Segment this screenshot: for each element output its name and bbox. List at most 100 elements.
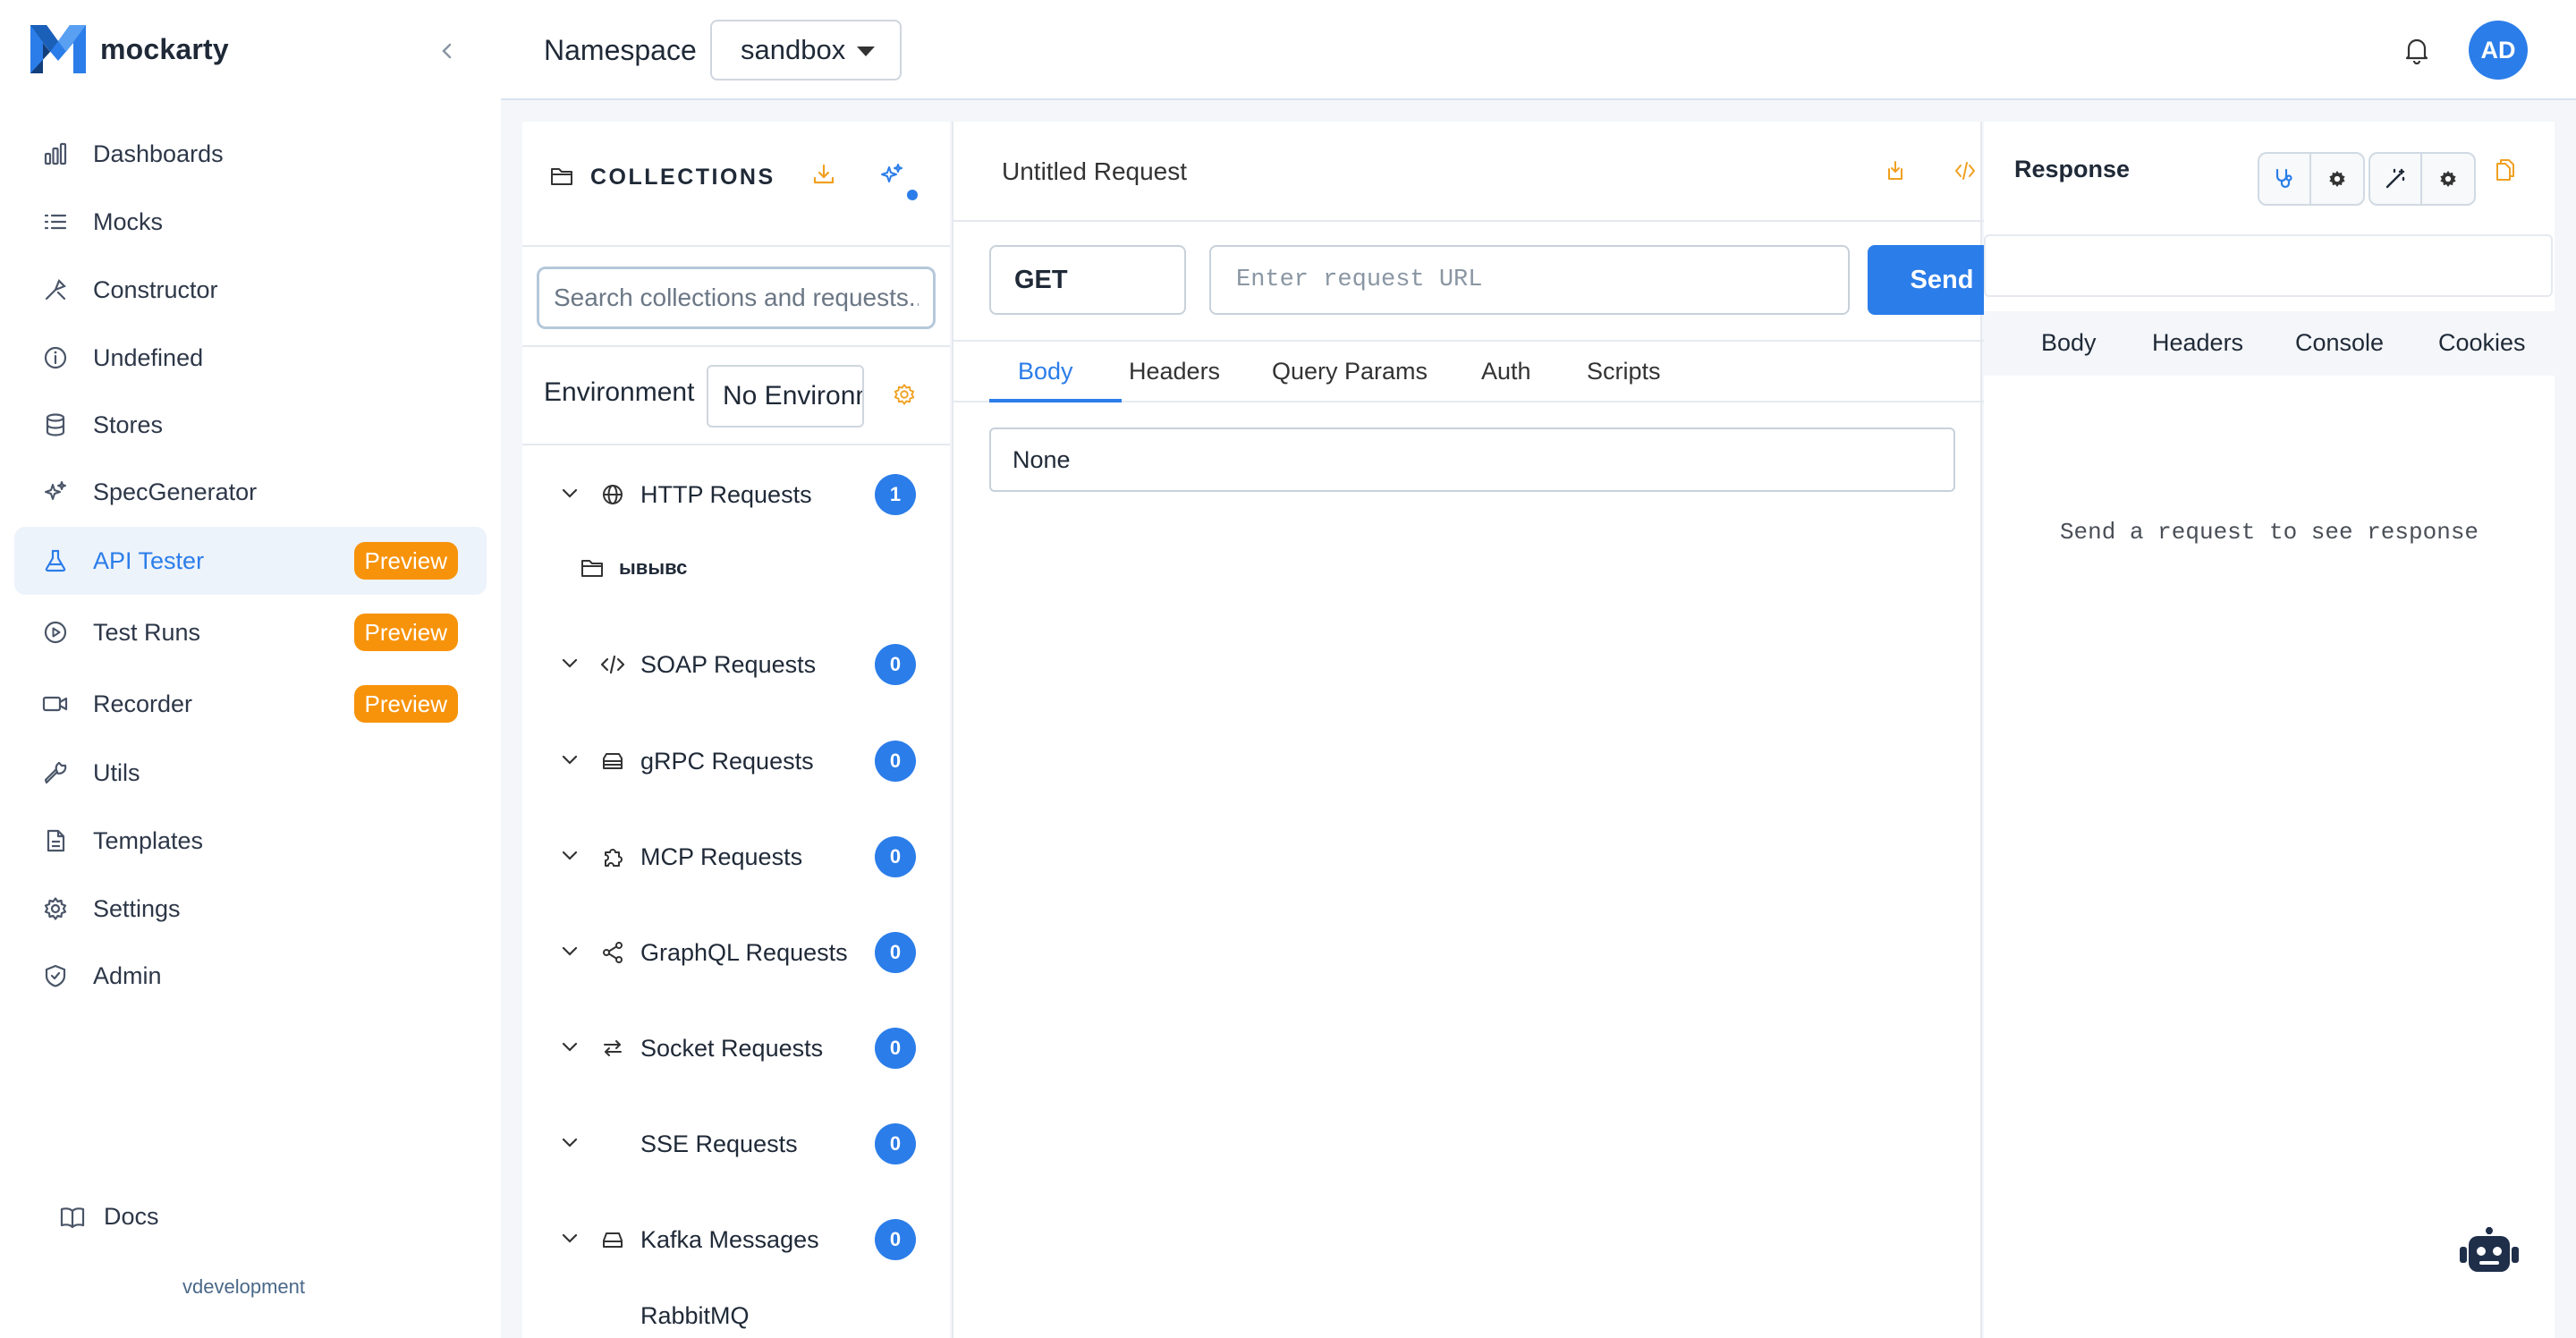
video-icon: [41, 690, 70, 718]
environment-label: Environment: [544, 377, 695, 407]
import-icon[interactable]: [810, 161, 837, 188]
code-snippet-icon[interactable]: [1953, 159, 1977, 182]
tab-scripts[interactable]: Scripts: [1587, 358, 1661, 385]
body-type-select[interactable]: None: [989, 428, 1955, 492]
group-label: MCP Requests: [640, 843, 803, 870]
request-panel: Untitled Request GET Send Body Headers Q…: [952, 122, 2016, 1338]
environment-row: Environment No Environment: [522, 345, 950, 445]
broadcast-icon: [599, 1334, 626, 1338]
main-area: COLLECTIONS Environment No Environment H…: [501, 100, 2576, 1338]
group-label: SSE Requests: [640, 1131, 798, 1157]
sidebar-item-label: Utils: [93, 758, 140, 786]
tab-headers[interactable]: Headers: [1129, 358, 1220, 385]
response-panel: Response Body Headers Console Cookies Se…: [1984, 122, 2555, 1338]
sidebar-item-specgenerator[interactable]: SpecGenerator: [14, 458, 487, 526]
request-title[interactable]: Untitled Request: [1002, 157, 1187, 186]
ai-generate-icon[interactable]: [878, 161, 905, 188]
count-badge: 0: [875, 644, 916, 685]
collection-group-rabbitmq[interactable]: RabbitMQ 0: [522, 1299, 950, 1338]
namespace-select[interactable]: sandbox: [710, 20, 902, 80]
active-tab-indicator: [989, 399, 1122, 402]
globe-icon: [599, 481, 626, 508]
response-empty-state: Send a request to see response: [2059, 519, 2479, 546]
collapse-sidebar-button[interactable]: [433, 38, 460, 64]
tab-auth[interactable]: Auth: [1481, 358, 1531, 385]
collection-group-graphql[interactable]: GraphQL Requests 0: [522, 918, 950, 989]
response-tab-headers[interactable]: Headers: [2152, 329, 2243, 357]
avatar[interactable]: AD: [2469, 21, 2528, 80]
database-icon: [41, 411, 70, 439]
sidebar-item-recorder[interactable]: Recorder Preview: [14, 670, 487, 738]
request-url-input[interactable]: [1209, 245, 1850, 315]
sidebar-item-label: Templates: [93, 826, 204, 854]
notifications-bell-icon[interactable]: [2399, 32, 2435, 68]
bar-chart-icon: [41, 140, 70, 168]
sidebar-item-dashboards[interactable]: Dashboards: [14, 120, 487, 188]
chevron-down-icon[interactable]: [560, 1037, 580, 1056]
gear-icon[interactable]: [2422, 154, 2474, 204]
sidebar-item-templates[interactable]: Templates: [14, 807, 487, 875]
sidebar-item-utils[interactable]: Utils: [14, 739, 487, 807]
brand[interactable]: mockarty: [30, 25, 229, 73]
save-request-icon[interactable]: [1884, 159, 1907, 182]
sidebar-item-mocks[interactable]: Mocks: [14, 188, 487, 256]
tab-body[interactable]: Body: [1018, 358, 1073, 385]
collection-folder[interactable]: ывывс: [580, 556, 687, 580]
gear-icon[interactable]: [2311, 154, 2363, 204]
sidebar-item-admin[interactable]: Admin: [14, 942, 487, 1010]
environment-settings-gear-icon[interactable]: [893, 383, 916, 406]
sidebar-item-docs[interactable]: Docs: [59, 1203, 159, 1231]
http-method-select[interactable]: GET: [989, 245, 1186, 315]
collection-group-sse[interactable]: SSE Requests 0: [522, 1109, 950, 1181]
response-tab-body[interactable]: Body: [2041, 329, 2097, 357]
collection-group-http[interactable]: HTTP Requests 1: [522, 460, 950, 531]
chevron-down-icon[interactable]: [560, 749, 580, 769]
sidebar-item-label: Mocks: [93, 207, 164, 235]
response-tab-cookies[interactable]: Cookies: [2438, 329, 2526, 357]
collection-group-kafka[interactable]: Kafka Messages 0: [522, 1205, 950, 1276]
magic-wand-icon[interactable]: [2370, 154, 2422, 204]
tab-query-params[interactable]: Query Params: [1272, 358, 1428, 385]
response-tools-group-2: [2368, 152, 2476, 206]
response-tabs: Body Headers Console Cookies: [1984, 311, 2555, 376]
stethoscope-icon[interactable]: [2259, 154, 2311, 204]
count-badge: 0: [875, 836, 916, 877]
sidebar-item-stores[interactable]: Stores: [14, 391, 487, 459]
collections-search-input[interactable]: [537, 267, 936, 329]
collection-group-socket[interactable]: Socket Requests 0: [522, 1013, 950, 1085]
puzzle-icon: [599, 843, 626, 870]
inbox-icon: [599, 1226, 626, 1253]
sidebar-item-settings[interactable]: Settings: [14, 875, 487, 943]
sidebar-item-api-tester[interactable]: API Tester Preview: [14, 527, 487, 595]
chevron-down-icon[interactable]: [560, 941, 580, 961]
shield-icon: [41, 961, 70, 990]
chevron-down-icon[interactable]: [560, 1334, 580, 1338]
chevron-down-icon[interactable]: [560, 483, 580, 503]
gear-icon: [41, 894, 70, 923]
sparkles-icon: [41, 478, 70, 506]
top-bar: Namespace sandbox AD: [501, 0, 2576, 100]
assistant-robot-icon[interactable]: [2460, 1227, 2519, 1281]
copy-icon[interactable]: [2494, 157, 2517, 182]
request-tabs: Body Headers Query Params Auth Scripts: [953, 340, 1984, 402]
folder-icon: [549, 165, 574, 188]
sidebar-item-label: Admin: [93, 961, 162, 989]
sidebar-item-test-runs[interactable]: Test Runs Preview: [14, 598, 487, 666]
chevron-down-icon[interactable]: [560, 1132, 580, 1152]
code-icon: [599, 651, 626, 678]
collection-group-mcp[interactable]: MCP Requests 0: [522, 822, 950, 893]
count-badge: 1: [875, 474, 916, 515]
sidebar-item-constructor[interactable]: Constructor: [14, 256, 487, 324]
info-icon: [41, 343, 70, 372]
sidebar-item-undefined[interactable]: Undefined: [14, 324, 487, 392]
chevron-down-icon[interactable]: [560, 1228, 580, 1248]
collection-group-soap[interactable]: SOAP Requests 0: [522, 630, 950, 701]
chevron-down-icon[interactable]: [560, 653, 580, 673]
response-tab-console[interactable]: Console: [2295, 329, 2384, 357]
request-header: Untitled Request: [953, 122, 1984, 222]
collections-panel: COLLECTIONS Environment No Environment H…: [522, 122, 950, 1338]
environment-select[interactable]: No Environment: [707, 365, 864, 428]
chevron-down-icon[interactable]: [560, 845, 580, 865]
collection-group-grpc[interactable]: gRPC Requests 0: [522, 726, 950, 798]
sidebar-item-label: SpecGenerator: [93, 478, 258, 505]
